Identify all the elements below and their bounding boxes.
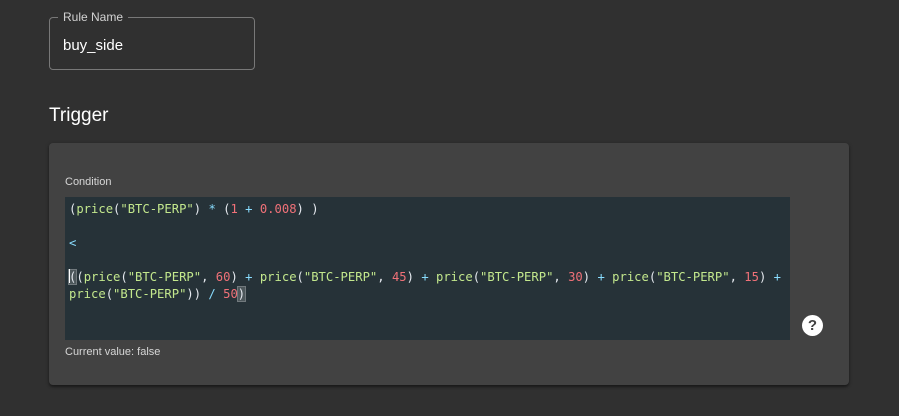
page: Rule Name buy_side Trigger Condition (pr… xyxy=(0,0,899,416)
rule-name-label: Rule Name xyxy=(58,10,129,24)
code-line: ((price("BTC-PERP", 60) + price("BTC-PER… xyxy=(67,269,781,285)
rule-name-field[interactable]: Rule Name buy_side xyxy=(49,10,255,70)
code-line: < xyxy=(69,236,77,250)
trigger-card: Condition (price("BTC-PERP") * (1 + 0.00… xyxy=(49,143,849,385)
current-value-text: Current value: false xyxy=(65,346,161,358)
help-circle-icon[interactable]: ? xyxy=(802,315,823,336)
code-line: price("BTC-PERP")) / 50) xyxy=(69,286,247,302)
rule-name-input[interactable]: buy_side xyxy=(63,37,123,54)
condition-code-editor[interactable]: (price("BTC-PERP") * (1 + 0.008) ) < ((p… xyxy=(65,197,790,340)
condition-label: Condition xyxy=(65,176,112,188)
code-line: (price("BTC-PERP") * (1 + 0.008) ) xyxy=(69,202,319,216)
trigger-section-title: Trigger xyxy=(49,105,109,126)
